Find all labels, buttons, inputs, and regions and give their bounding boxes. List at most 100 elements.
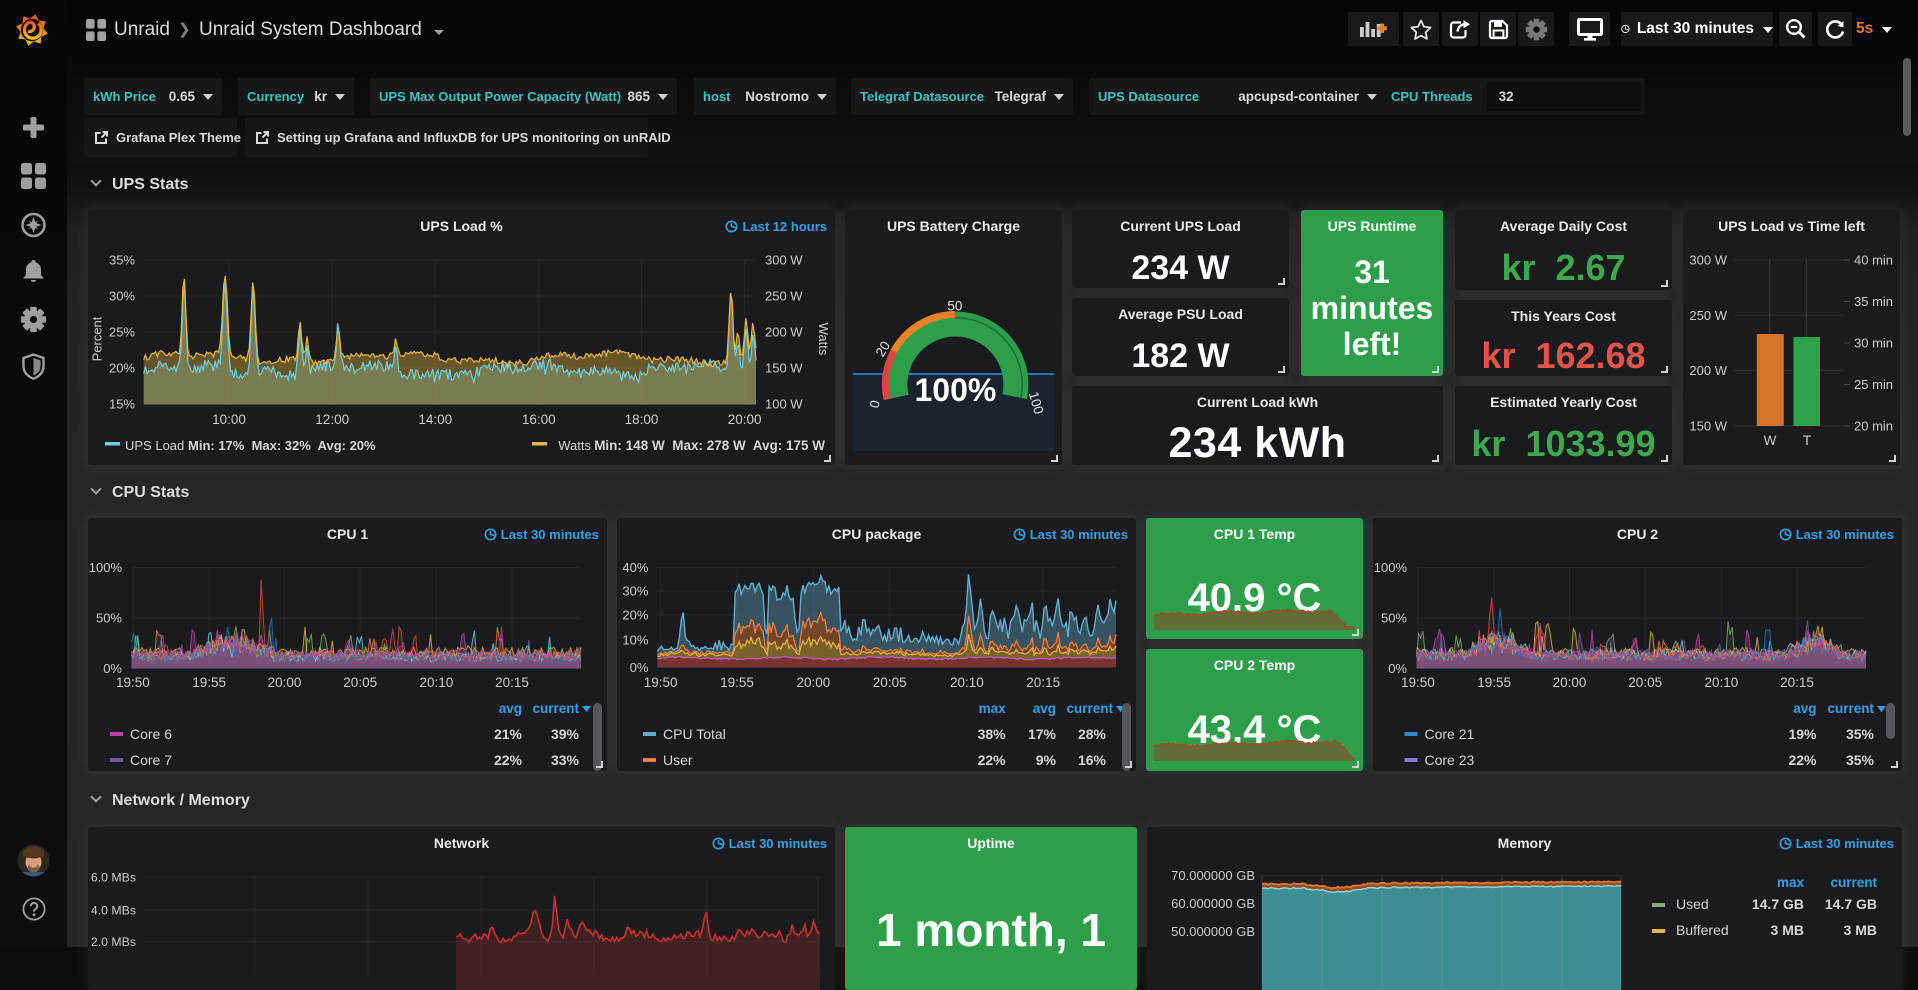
svg-text:20:00: 20:00: [728, 412, 762, 427]
svg-text:18:00: 18:00: [625, 412, 659, 427]
svg-text:3 MB: 3 MB: [1771, 922, 1804, 938]
svg-text:150 W: 150 W: [1689, 419, 1727, 434]
svg-text:UPS Load: UPS Load: [125, 438, 184, 453]
svg-text:current: current: [1827, 701, 1874, 716]
svg-text:35 min: 35 min: [1854, 294, 1893, 309]
svg-text:20:10: 20:10: [420, 675, 454, 690]
svg-text:User: User: [663, 752, 693, 768]
svg-text:0%: 0%: [630, 660, 649, 675]
svg-text:avg: avg: [499, 701, 522, 716]
svg-text:current: current: [1830, 875, 1877, 890]
svg-text:10:00: 10:00: [212, 412, 246, 427]
svg-text:max: max: [1777, 875, 1805, 890]
svg-text:20:15: 20:15: [1780, 675, 1814, 690]
svg-text:19%: 19%: [1788, 726, 1817, 742]
svg-text:20:00: 20:00: [268, 675, 302, 690]
svg-text:20:10: 20:10: [1705, 675, 1739, 690]
svg-text:Core 6: Core 6: [130, 726, 172, 742]
svg-text:6.0 MBs: 6.0 MBs: [91, 871, 136, 885]
svg-text:150 W: 150 W: [765, 361, 803, 376]
svg-text:14:00: 14:00: [418, 412, 452, 427]
svg-text:300 W: 300 W: [1689, 253, 1727, 268]
svg-text:10%: 10%: [622, 633, 648, 648]
svg-text:50.000000 GB: 50.000000 GB: [1171, 924, 1255, 939]
svg-text:40 min: 40 min: [1854, 253, 1893, 268]
svg-text:33%: 33%: [551, 752, 580, 768]
svg-text:20%: 20%: [622, 607, 648, 622]
svg-text:200 W: 200 W: [765, 325, 803, 340]
svg-text:22%: 22%: [1788, 752, 1817, 768]
svg-text:19:50: 19:50: [644, 675, 678, 690]
svg-text:3 MB: 3 MB: [1844, 922, 1877, 938]
svg-text:20%: 20%: [109, 361, 135, 376]
svg-text:20:00: 20:00: [797, 675, 831, 690]
svg-text:avg: avg: [1033, 701, 1056, 716]
svg-text:14.7 GB: 14.7 GB: [1825, 896, 1877, 912]
svg-text:W: W: [1764, 433, 1777, 448]
svg-text:35%: 35%: [109, 253, 135, 268]
svg-text:Buffered: Buffered: [1676, 922, 1729, 938]
svg-text:0%: 0%: [103, 661, 122, 676]
svg-text:current: current: [1066, 701, 1113, 716]
svg-text:Core 21: Core 21: [1425, 726, 1475, 742]
svg-text:Percent: Percent: [90, 316, 105, 361]
svg-text:25 min: 25 min: [1854, 377, 1893, 392]
svg-text:T: T: [1803, 433, 1811, 448]
svg-text:30%: 30%: [109, 289, 135, 304]
svg-text:30 min: 30 min: [1854, 336, 1893, 351]
svg-text:19:50: 19:50: [116, 675, 150, 690]
svg-text:Used: Used: [1676, 896, 1709, 912]
svg-text:Core 23: Core 23: [1425, 752, 1475, 768]
svg-text:200 W: 200 W: [1689, 363, 1727, 378]
svg-text:250 W: 250 W: [1689, 308, 1727, 323]
svg-text:70.000000 GB: 70.000000 GB: [1171, 868, 1255, 883]
svg-text:19:50: 19:50: [1401, 675, 1435, 690]
svg-text:35%: 35%: [1846, 752, 1875, 768]
svg-text:19:55: 19:55: [1477, 675, 1511, 690]
svg-text:19:55: 19:55: [720, 675, 754, 690]
svg-text:35%: 35%: [1846, 726, 1875, 742]
svg-text:current: current: [532, 701, 579, 716]
svg-text:22%: 22%: [494, 752, 523, 768]
svg-text:14.7 GB: 14.7 GB: [1752, 896, 1804, 912]
svg-text:20:05: 20:05: [1628, 675, 1662, 690]
svg-text:4.0 MBs: 4.0 MBs: [91, 904, 136, 918]
svg-text:Watts: Watts: [816, 323, 831, 356]
svg-text:60.000000 GB: 60.000000 GB: [1171, 896, 1255, 911]
svg-text:28%: 28%: [1078, 726, 1107, 742]
svg-text:300 W: 300 W: [765, 253, 803, 268]
svg-text:Min: 17% Max: 32% Avg: 20%: Min: 17% Max: 32% Avg: 20%: [188, 438, 376, 453]
svg-text:12:00: 12:00: [315, 412, 349, 427]
svg-text:Watts: Watts: [558, 438, 591, 453]
svg-text:100%: 100%: [89, 560, 123, 575]
svg-text:38%: 38%: [978, 726, 1007, 742]
svg-text:50%: 50%: [96, 611, 122, 626]
svg-text:20:05: 20:05: [343, 675, 377, 690]
svg-text:20:05: 20:05: [873, 675, 907, 690]
svg-text:20:00: 20:00: [1553, 675, 1587, 690]
svg-text:0%: 0%: [1388, 661, 1407, 676]
svg-text:16%: 16%: [1078, 752, 1107, 768]
svg-text:22%: 22%: [978, 752, 1007, 768]
svg-text:CPU Total: CPU Total: [663, 726, 726, 742]
svg-text:50%: 50%: [1381, 611, 1407, 626]
svg-text:50: 50: [947, 299, 962, 314]
svg-text:30%: 30%: [622, 584, 648, 599]
svg-text:100%: 100%: [914, 372, 996, 408]
svg-text:21%: 21%: [494, 726, 523, 742]
svg-text:max: max: [979, 701, 1007, 716]
svg-text:20:15: 20:15: [1026, 675, 1060, 690]
svg-text:100 W: 100 W: [765, 397, 803, 412]
svg-text:19:55: 19:55: [192, 675, 226, 690]
svg-text:9%: 9%: [1036, 752, 1057, 768]
svg-text:25%: 25%: [109, 325, 135, 340]
svg-text:15%: 15%: [109, 397, 135, 412]
svg-text:20:10: 20:10: [950, 675, 984, 690]
svg-text:100%: 100%: [1374, 560, 1408, 575]
svg-text:avg: avg: [1793, 701, 1816, 716]
svg-text:39%: 39%: [551, 726, 580, 742]
svg-text:20 min: 20 min: [1854, 419, 1893, 434]
svg-text:250 W: 250 W: [765, 289, 803, 304]
svg-text:Min: 148 W Max: 278 W Avg: 1: Min: 148 W Max: 278 W Avg: 175 W: [594, 438, 825, 453]
svg-text:16:00: 16:00: [522, 412, 556, 427]
